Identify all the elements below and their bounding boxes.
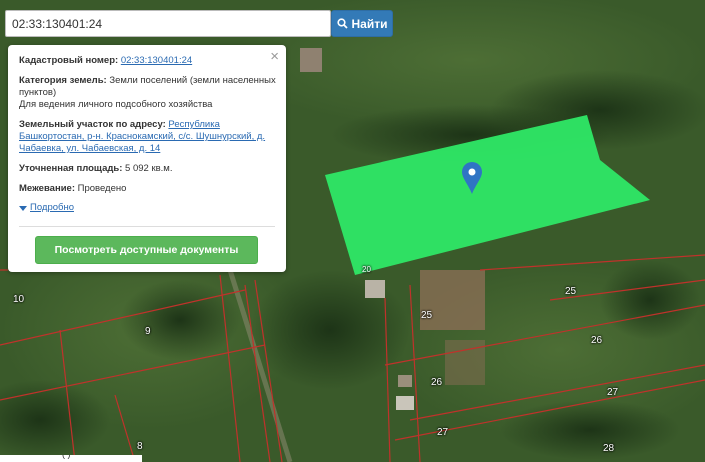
address-label: Земельный участок по адресу: [19,119,166,130]
cadastral-number-row: Кадастровый номер: 02:33:130401:24 [19,55,276,67]
area-row: Уточненная площадь: 5 092 кв.м. [19,163,276,175]
close-icon[interactable]: × [270,49,279,64]
view-documents-button[interactable]: Посмотреть доступные документы [35,236,258,264]
search-button-label: Найти [351,16,388,31]
footer-text: ( ) [62,455,71,459]
plot-label: 25 [421,310,433,321]
land-category-label: Категория земель: [19,75,107,86]
parcel-info-panel: × Кадастровый номер: 02:33:130401:24 Кат… [8,45,286,272]
plot-label: 25 [565,286,577,297]
cadastral-number-label: Кадастровый номер: [19,55,119,66]
plot-label: 20 [362,265,371,274]
plot-label: 8 [137,441,143,452]
survey-label: Межевание: [19,183,75,194]
map-footer: ( ) [0,455,142,462]
details-toggle[interactable]: Подробно [19,202,276,214]
land-use-value: Для ведения личного подсобного хозяйства [19,99,213,110]
plot-label: 27 [607,387,619,398]
details-toggle-label: Подробно [30,202,74,213]
cadastral-search-input[interactable] [5,10,331,37]
land-category-row: Категория земель: Земли поселений (земли… [19,75,276,111]
search-icon [336,18,348,29]
survey-row: Межевание: Проведено [19,183,276,195]
caret-down-icon [19,205,27,211]
address-row: Земельный участок по адресу: Республика … [19,119,276,155]
survey-value: Проведено [77,183,127,194]
search-bar: Найти [5,10,393,37]
search-button[interactable]: Найти [331,10,393,37]
divider [19,226,275,227]
plot-label: 26 [591,335,603,346]
plot-label: 9 [145,326,151,337]
plot-label: 27 [437,427,449,438]
area-value: 5 092 кв.м. [125,163,173,174]
cadastral-number-link[interactable]: 02:33:130401:24 [121,55,192,66]
plot-label: 26 [431,377,443,388]
plot-label: 28 [603,443,615,454]
plot-label: 10 [13,294,25,305]
area-label: Уточненная площадь: [19,163,123,174]
